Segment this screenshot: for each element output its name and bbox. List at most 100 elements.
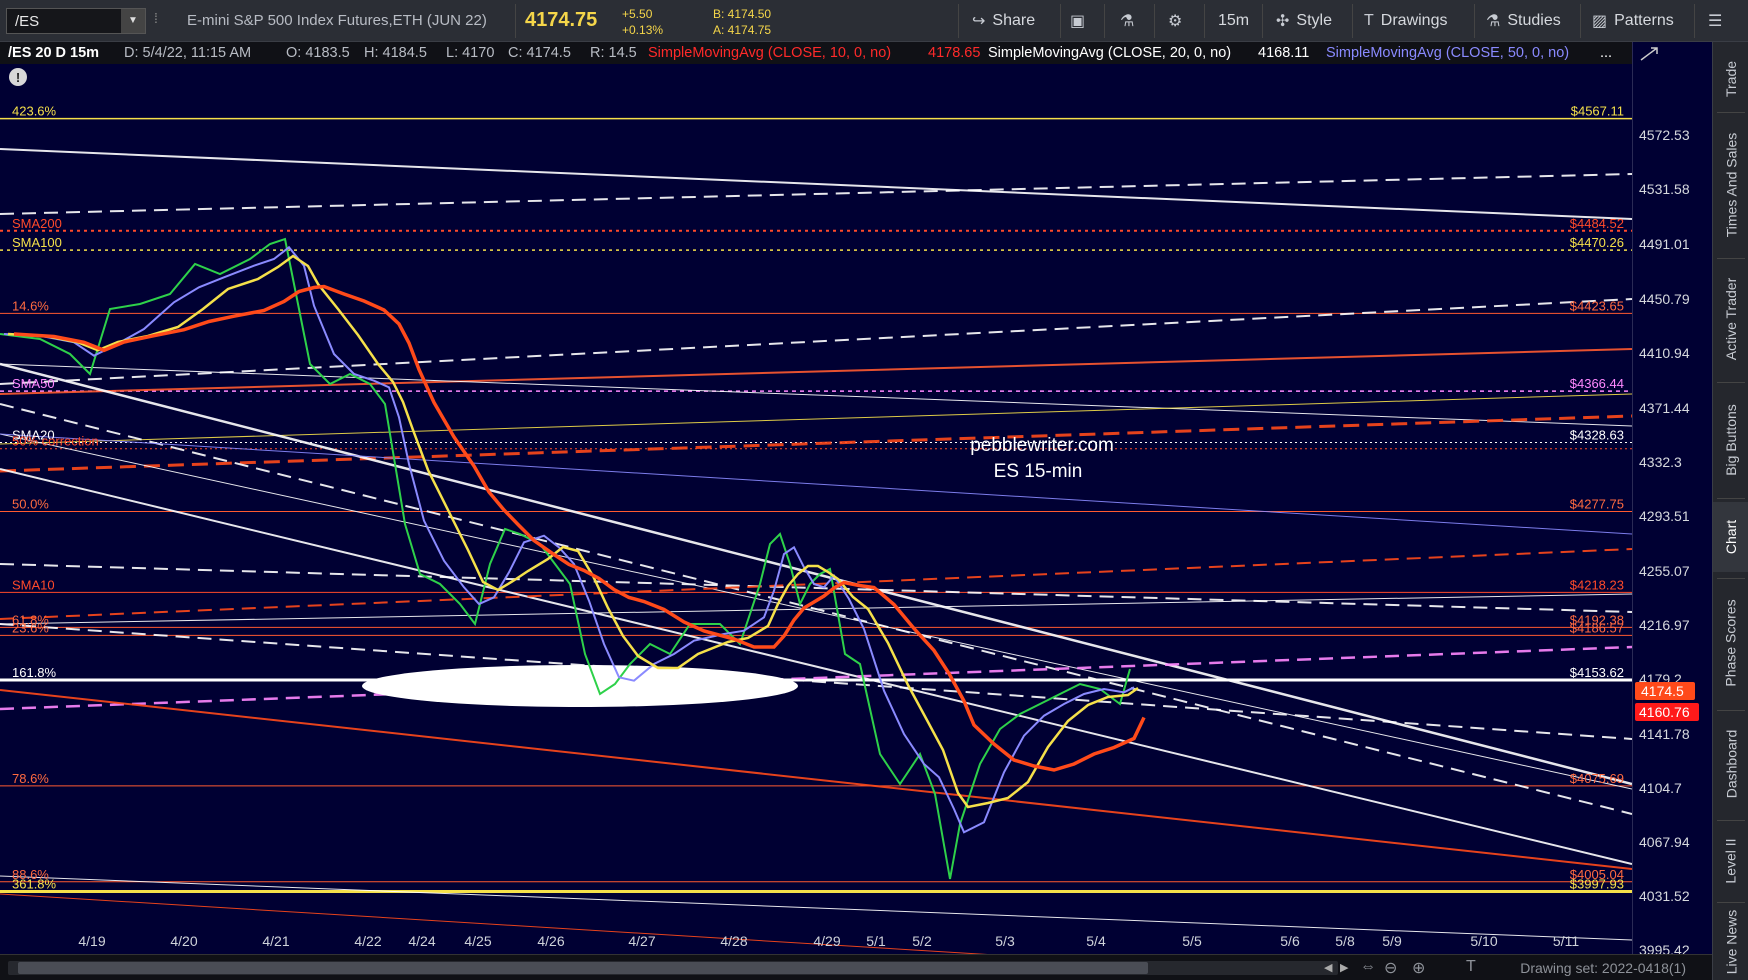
studies-button[interactable]: ⚗ Studies (1486, 10, 1561, 32)
share-button[interactable]: ↪ Share (972, 10, 1035, 32)
rail-big-buttons[interactable]: Big Buttons (1713, 388, 1748, 492)
rail-chart[interactable]: Chart (1713, 502, 1748, 572)
trend-line[interactable] (0, 414, 1633, 473)
sma20-study-label[interactable]: SimpleMovingAvg (CLOSE, 20, 0, no) (988, 45, 1231, 61)
price-chart[interactable]: 423.6%SMA200SMA10014.6%SMA50SMA2050% cor… (0, 64, 1633, 980)
trend-line[interactable] (0, 563, 1633, 613)
price-series (0, 237, 1131, 880)
patterns-button[interactable]: ▨ Patterns (1592, 10, 1674, 32)
date-tick: 4/20 (170, 933, 197, 949)
rail-trade[interactable]: Trade (1713, 50, 1748, 108)
level-label-left: 78.6% (12, 771, 49, 786)
bar-date: D: 5/4/22, 11:15 AM (124, 45, 252, 61)
divider (1694, 4, 1695, 38)
symbol-text: /ES (15, 13, 40, 30)
divider (1717, 382, 1745, 383)
price-tick: 4371.44 (1639, 400, 1690, 416)
rail-level-ii[interactable]: Level II (1713, 824, 1748, 898)
sma10-line (3, 245, 1135, 834)
trend-line[interactable] (0, 468, 1633, 865)
timeframe-button[interactable]: 15m (1218, 10, 1249, 32)
divider (1474, 4, 1475, 38)
scrollbar-thumb[interactable] (18, 962, 1148, 974)
lab-button[interactable]: ⚗ (1120, 10, 1134, 32)
rail-times-and-sales[interactable]: Times And Sales (1713, 116, 1748, 254)
zoom-out-icon[interactable]: ⊖ (1384, 958, 1397, 978)
more-studies[interactable]: ... (1600, 45, 1612, 61)
expand-icon[interactable]: ⇔ (1360, 958, 1376, 976)
trend-line[interactable] (0, 875, 1633, 941)
menu-button[interactable]: ☰ (1708, 10, 1722, 32)
level-label-right: $4470.26 (1570, 235, 1624, 250)
watermark-line-1: pebblewriter.com (970, 435, 1114, 456)
rail-phase-scores[interactable]: Phase Scores (1713, 582, 1748, 704)
price-tick: 4216.97 (1639, 617, 1690, 633)
rail-active-trader[interactable]: Active Trader (1713, 262, 1748, 376)
divider (1717, 820, 1745, 821)
text-tool-icon: T (1364, 12, 1374, 29)
level-label-left: SMA100 (12, 235, 62, 250)
studies-label: Studies (1507, 12, 1561, 29)
level-label-right: $4186.57 (1570, 620, 1624, 635)
timeframe-label: 15m (1218, 12, 1250, 29)
settings-button[interactable]: ⚙ (1168, 10, 1182, 32)
price-axis-scale: 4572.53 4531.58 4491.01 4450.79 4410.94 4371.… (1635, 47, 1699, 958)
trend-line[interactable] (0, 363, 1633, 427)
rail-dashboard[interactable]: Dashboard (1713, 714, 1748, 814)
style-button[interactable]: ✣ Style (1276, 10, 1332, 32)
date-tick: 5/3 (995, 933, 1015, 949)
date-tick: 4/29 (813, 933, 840, 949)
horizontal-scrollbar[interactable] (8, 961, 1338, 975)
price-axis[interactable]: 4572.53 4531.58 4491.01 4450.79 4410.94 4371.… (1632, 42, 1712, 958)
change-percent: +0.13% (622, 23, 664, 37)
symbol-input[interactable]: /ES ▼ (6, 8, 146, 34)
trend-line[interactable] (0, 393, 1633, 445)
level-label-left: 50.0% (12, 497, 49, 512)
date-tick: 5/2 (912, 933, 932, 949)
trend-line[interactable] (0, 433, 1633, 790)
rail-live-news[interactable]: Live News (1713, 906, 1748, 978)
zoom-in-icon[interactable]: ⊕ (1412, 958, 1425, 978)
symbol-period: /ES 20 D 15m (8, 45, 100, 61)
level-label-left: 23.6% (12, 620, 49, 635)
trend-line[interactable] (0, 689, 1633, 870)
date-tick: 5/8 (1335, 933, 1355, 949)
highlight-ellipse[interactable] (362, 665, 798, 707)
scroll-right-icon[interactable]: ▶ (1340, 961, 1348, 974)
trend-line[interactable] (0, 645, 1633, 711)
divider (1262, 4, 1263, 38)
level-label-left: SMA200 (12, 216, 62, 231)
sma20-line (7, 254, 1139, 809)
drawing-set-label[interactable]: Drawing set: 2022-0418(1) (1520, 960, 1686, 976)
bid-ask: B: 4174.50 A: 4174.75 (713, 6, 771, 38)
screenshot-button[interactable]: ▣ (1070, 10, 1085, 32)
date-tick: 4/28 (720, 933, 747, 949)
divider (1204, 4, 1205, 38)
divider (1154, 4, 1155, 38)
sma50-study-label[interactable]: SimpleMovingAvg (CLOSE, 50, 0, no) (1326, 45, 1569, 61)
divider (1717, 902, 1745, 903)
symbol-dropdown-icon[interactable]: ▼ (121, 9, 145, 33)
flask-icon: ⚗ (1486, 13, 1501, 30)
level-label-right: $3997.93 (1570, 876, 1624, 891)
level-label-left: 361.8% (12, 876, 57, 891)
chart-area[interactable]: 423.6% SMA200 SMA100 14.6% SMA50 SMA20 50% cor… (0, 64, 1633, 980)
style-icon: ✣ (1276, 13, 1290, 30)
divider (1352, 4, 1353, 38)
gear-icon: ⚙ (1168, 13, 1183, 30)
date-tick: 4/27 (628, 933, 655, 949)
price-tick: 3995.42 (1639, 942, 1690, 954)
drawing-text-icon[interactable]: T (1466, 958, 1476, 976)
level-label-right: $4075.69 (1570, 771, 1624, 786)
date-tick: 5/11 (1553, 933, 1579, 949)
sma-price-bubble-text: 4160.76 (1639, 704, 1690, 720)
bid-price: B: 4174.50 (713, 7, 772, 21)
price-tick: 4491.01 (1639, 236, 1690, 252)
alert-icon-glyph: ! (16, 70, 20, 85)
scroll-left-icon[interactable]: ◀ (1324, 961, 1332, 974)
expand-chart-icon[interactable] (1640, 47, 1658, 61)
drawings-button[interactable]: T Drawings (1364, 10, 1447, 32)
link-icon[interactable]: ⁞ (154, 10, 164, 32)
date-tick: 5/6 (1280, 933, 1300, 949)
sma10-study-label[interactable]: SimpleMovingAvg (CLOSE, 10, 0, no) (648, 45, 891, 61)
